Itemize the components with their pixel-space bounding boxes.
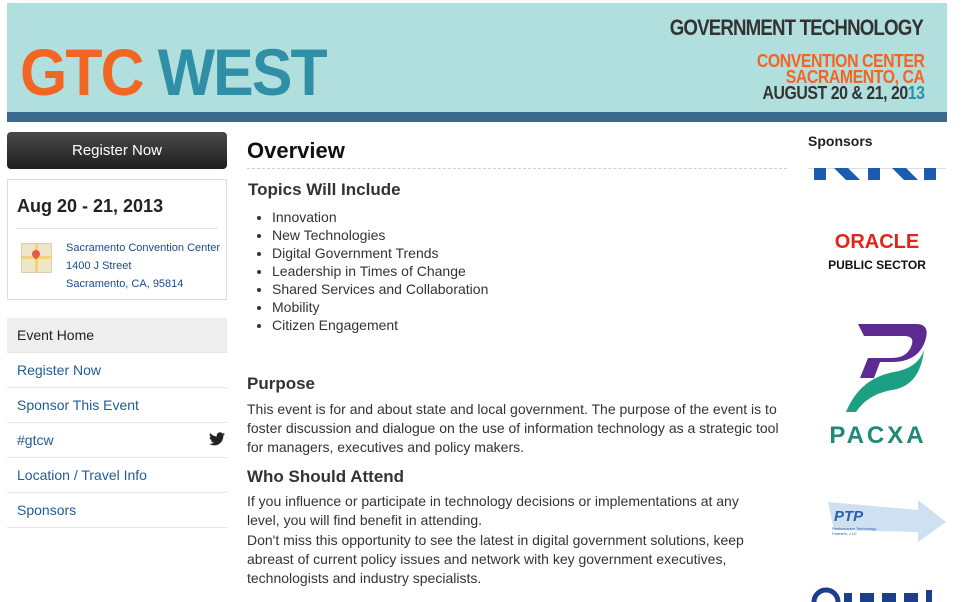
topics-heading: Topics Will Include — [248, 180, 401, 199]
event-dates: AUGUST 20 & 21, 2013 — [757, 83, 925, 103]
nav-item-sponsor-this-event[interactable]: Sponsor This Event — [7, 388, 227, 423]
pacxa-wordmark: PACXA — [829, 422, 927, 449]
event-logo[interactable]: GTC WEST — [20, 39, 328, 105]
topics-list: Innovation New Technologies Digital Gove… — [247, 208, 488, 334]
nav-item-location-travel-info[interactable]: Location / Travel Info — [7, 458, 227, 493]
logo-west: WEST — [142, 35, 328, 109]
ptp-wordmark: PTP — [834, 508, 864, 525]
ptp-arrow-icon — [828, 500, 946, 542]
divider — [16, 228, 218, 229]
purpose-text: This event is for and about state and lo… — [247, 401, 779, 455]
quest-sponsor-logo-partial[interactable] — [808, 585, 948, 602]
address-venue[interactable]: Sacramento Convention Center — [66, 239, 220, 257]
list-item: New Technologies — [272, 226, 488, 244]
nav-item-register-now[interactable]: Register Now — [7, 353, 227, 388]
ptp-sponsor-logo[interactable]: PTP Performance Technology Partners, LLC — [808, 488, 948, 548]
logo-gtc: GTC — [20, 35, 145, 109]
venue-address[interactable]: Sacramento Convention Center 1400 J Stre… — [66, 239, 220, 293]
nav-item-gtcw[interactable]: #gtcw — [7, 423, 227, 458]
purpose-heading: Purpose — [247, 374, 316, 393]
attend-text-1: If you influence or participate in techn… — [247, 493, 739, 528]
event-info-box: Aug 20 - 21, 2013 Sacramento Convention … — [7, 179, 227, 300]
pacxa-mark-icon — [846, 324, 927, 412]
event-dates-suffix: 13 — [908, 83, 925, 103]
twitter-icon — [209, 432, 225, 446]
nav-item-event-home[interactable]: Event Home — [7, 318, 227, 353]
title-divider — [247, 168, 787, 169]
ptp-subtitle: Performance Technology Partners, LLC — [832, 526, 877, 536]
event-dates-prefix: AUGUST 20 & 21, 20 — [762, 83, 909, 103]
who-should-attend-heading: Who Should Attend — [247, 467, 405, 486]
event-date-range: Aug 20 - 21, 2013 — [17, 196, 164, 216]
list-item: Shared Services and Collaboration — [272, 280, 488, 298]
list-item: Citizen Engagement — [272, 316, 488, 334]
banner-stripe — [7, 112, 947, 122]
map-icon[interactable] — [21, 243, 52, 273]
list-item: Leadership in Times of Change — [272, 262, 488, 280]
nav-item-label: #gtcw — [17, 432, 54, 448]
register-now-button[interactable]: Register Now — [7, 132, 227, 169]
nav-item-sponsors[interactable]: Sponsors — [7, 493, 227, 528]
list-item: Innovation — [272, 208, 488, 226]
oracle-subtitle: PUBLIC SECTOR — [828, 258, 926, 272]
event-venue-dates: CONVENTION CENTER SACRAMENTO, CA AUGUST … — [757, 52, 925, 103]
sponsors-heading: Sponsors — [808, 133, 873, 149]
oracle-wordmark: ORACLE — [834, 231, 920, 253]
header-banner: GTC WEST GOVERNMENT TECHNOLOGY CONVENTIO… — [7, 3, 947, 112]
main-content: Overview Topics Will Include Innovation … — [247, 137, 787, 586]
sponsor-logo-partial[interactable] — [808, 168, 938, 180]
sidebar-nav: Event Home Register Now Sponsor This Eve… — [7, 318, 227, 528]
address-city[interactable]: Sacramento, CA, 95814 — [66, 275, 220, 293]
list-item: Mobility — [272, 298, 488, 316]
attend-text-2: Don't miss this opportunity to see the l… — [247, 532, 744, 586]
address-street[interactable]: 1400 J Street — [66, 257, 220, 275]
list-item: Digital Government Trends — [272, 244, 488, 262]
government-technology-logo[interactable]: GOVERNMENT TECHNOLOGY — [670, 15, 924, 41]
oracle-sponsor-logo[interactable]: ORACLE PUBLIC SECTOR — [808, 232, 946, 273]
page-title: Overview — [247, 138, 345, 163]
pacxa-sponsor-logo[interactable]: PACXA — [808, 320, 948, 450]
